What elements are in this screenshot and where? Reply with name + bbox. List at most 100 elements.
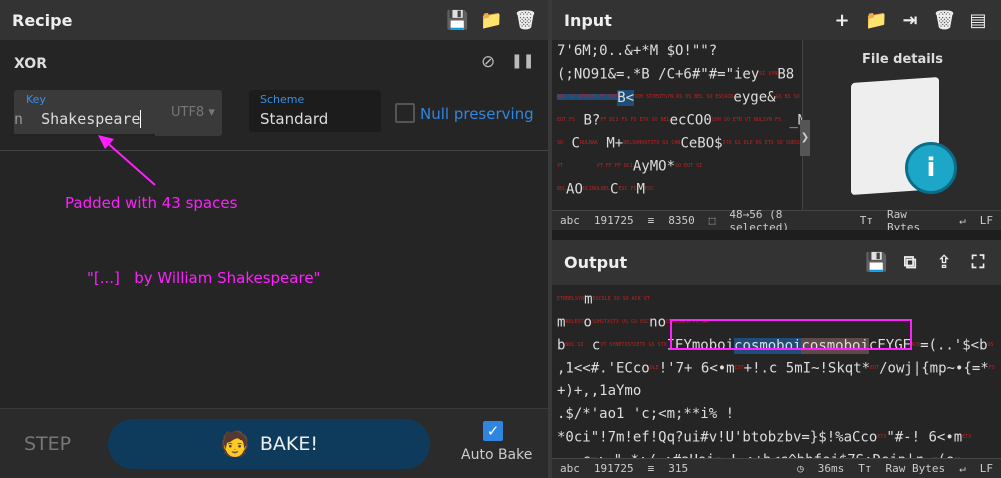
eol-icon: ↵ — [959, 214, 966, 227]
text-line: ETBBELSYNmESCDLE SO SO ACK VT — [557, 288, 1001, 311]
output-textarea[interactable]: ETBBELSYNmESCDLE SO SO ACK VT m NULEOToSOH… — [557, 288, 1001, 459]
annotation-arrow — [98, 135, 156, 186]
maximize-icon[interactable]: ⛶ — [967, 252, 989, 273]
output-status-bar: abc 191725 ≡ 315 ◷ 36ms Tт Raw Bytes ↵ LF — [552, 458, 1001, 478]
import-icon[interactable]: ⇥ — [899, 10, 921, 31]
control-char: EOT — [870, 365, 880, 371]
output-eol[interactable]: LF — [980, 462, 993, 475]
info-icon: i — [905, 142, 957, 194]
input-lines: 8350 — [668, 214, 695, 227]
control-char: NUL SI — [565, 342, 584, 348]
control-char: BEL — [557, 186, 567, 192]
control-char: SOH SO ETB VT NULSYN FS — [711, 117, 782, 123]
auto-bake-checkbox[interactable]: ✓ — [483, 421, 503, 441]
control-char: ESC — [644, 186, 654, 192]
copy-icon[interactable]: ⧉ — [899, 252, 921, 273]
text-line: EOT FS B?FF DC1 FS FS ETX SO BELecCO0SOH… — [557, 109, 802, 132]
clock-icon: ◷ — [797, 462, 804, 475]
collapse-handle[interactable]: ❯ — [800, 120, 810, 156]
layout-icon[interactable]: ▤ — [967, 10, 989, 31]
text-segment: AO — [566, 181, 583, 198]
null-preserving-checkbox[interactable] — [395, 103, 415, 123]
text-segment: c — [583, 337, 601, 354]
control-char: NUL SI STXSOH FF STX — [557, 94, 618, 100]
text-segment: ecCO0 — [669, 112, 712, 129]
text-segment: _M$ — [789, 112, 802, 129]
file-details-pane: File details i ❯ — [800, 40, 1001, 210]
length-icon: abc — [560, 214, 580, 227]
scheme-select[interactable]: Scheme Standard — [249, 90, 381, 132]
disable-icon[interactable]: ⊘ — [481, 52, 495, 72]
output-length: 191725 — [593, 462, 634, 475]
key-value[interactable]: Shakespeare — [41, 110, 140, 128]
text-segment: M — [636, 181, 645, 198]
control-char: ESCDLE SO SO ACK VT — [592, 296, 650, 302]
operation-name: XOR — [14, 56, 47, 72]
save-icon[interactable]: 💾 — [865, 252, 887, 273]
step-button[interactable]: STEP — [24, 433, 71, 455]
text-segment: +)+,,1aYmo — [557, 383, 642, 399]
control-char: ETX — [877, 434, 887, 440]
text-segment: (;NO91&=.*B /C+6#"#="iey — [557, 66, 760, 83]
text-segment: B? — [575, 112, 601, 129]
text-segment: /owj|{mp~•{=* — [879, 360, 989, 377]
text-line: .$/*'ao1 'c;<m;**i% ! — [557, 403, 1001, 426]
text-segment: no — [649, 314, 666, 331]
scheme-label: Scheme — [260, 93, 305, 106]
text-line: (;NO91&=.*B /C+6#"#="ieySI SYNB8 — [557, 63, 802, 86]
trash-icon[interactable]: 🗑 — [933, 10, 956, 31]
encoding-dropdown[interactable]: UTF8 ▾ — [171, 105, 215, 120]
highlight-box — [670, 319, 912, 350]
text-segment: C — [563, 135, 580, 152]
text-segment — [563, 159, 597, 175]
text-line: +)+,,1aYmo — [557, 380, 1001, 403]
trash-icon[interactable]: 🗑 — [514, 10, 537, 31]
control-char: ESC FS — [618, 186, 637, 192]
folder-icon[interactable]: 📁 — [480, 10, 502, 31]
save-icon[interactable]: 💾 — [446, 10, 468, 31]
text-segment: CeBO$ — [680, 135, 723, 152]
control-char: EOT FS — [557, 117, 576, 123]
text-segment: "#-! 6<•m — [886, 429, 963, 446]
control-char: BELSOHDOTSTX GS CAN — [623, 140, 681, 146]
auto-bake-label: Auto Bake — [461, 447, 533, 463]
control-char: SOH STXEOTSYN RS US BEL SO ESCACK — [634, 94, 734, 100]
add-icon[interactable]: + — [831, 10, 853, 31]
text-line: BELAODC1NULBELCESC FSMESC — [557, 178, 802, 201]
control-char: ETX — [962, 434, 972, 440]
input-title: Input — [564, 10, 612, 30]
io-panel: Input + 📁 ⇥ 🗑 ▤ 7'6M;0..&+*M $O!""? (;NO9… — [552, 0, 1001, 478]
encoding-icon: Tт — [858, 462, 872, 475]
text-segment: eyge& — [733, 89, 776, 106]
selection-icon: ⬚ — [708, 214, 716, 227]
input-textarea[interactable]: 7'6M;0..&+*M $O!""? (;NO91&=.*B /C+6#"#="… — [557, 40, 802, 210]
control-char: VT FF FF DC1 — [596, 163, 633, 169]
output-encoding[interactable]: Raw Bytes — [886, 462, 946, 475]
null-preserving-label[interactable]: Null preserving — [420, 105, 534, 123]
eol-icon: ↵ — [959, 462, 966, 475]
input-header: Input + 📁 ⇥ 🗑 ▤ — [552, 0, 1001, 40]
text-segment: ,1<<#.'ECco — [557, 360, 650, 377]
control-char: SO EOT SI — [675, 163, 703, 169]
encoding-icon: Tт — [859, 214, 873, 227]
recipe-header: Recipe 💾 📁 🗑 — [0, 0, 548, 40]
bake-label: BAKE! — [259, 433, 318, 455]
input-eol[interactable]: LF — [980, 214, 993, 227]
output-header: Output 💾 ⧉ ⇪ ⛶ — [552, 240, 1001, 285]
replace-input-icon[interactable]: ⇪ — [933, 252, 955, 273]
key-prefix: n — [14, 110, 24, 128]
folder-icon[interactable]: 📁 — [865, 10, 887, 31]
io-divider[interactable] — [552, 230, 1001, 240]
text-segment: +!.c 5mI~!Skqt* — [743, 360, 871, 377]
bake-button[interactable]: 🧑 BAKE! — [108, 419, 430, 469]
text-segment: m — [584, 291, 593, 308]
control-char: US — [987, 342, 994, 348]
pause-icon[interactable]: ❚❚ — [511, 53, 534, 69]
text-line: 7'6M;0..&+*M $O!""? — [557, 40, 802, 63]
text-segment: !'7+ 6<•m — [658, 360, 735, 377]
text-line: NUL SI STXSOH FF STXB<SOH STXEOTSYN RS U… — [557, 86, 802, 109]
input-length: 191725 — [593, 214, 634, 227]
control-char: FF DC1 FS FS ETX SO BEL — [600, 117, 670, 123]
text-segment: B8 — [777, 66, 795, 83]
key-label: Key — [26, 93, 46, 106]
